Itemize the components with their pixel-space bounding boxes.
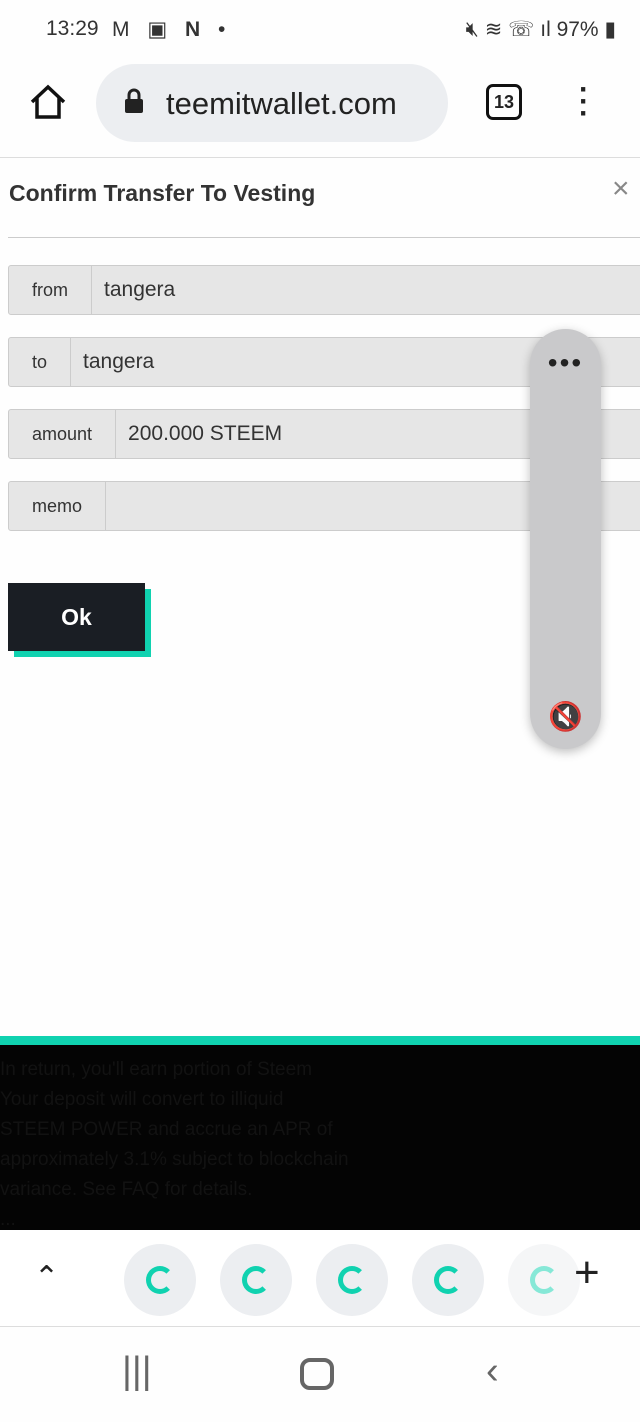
battery-level: 97% (556, 18, 599, 41)
back-icon[interactable]: ‹ (486, 1350, 499, 1393)
system-nav-bar: ||| ‹ (0, 1328, 640, 1422)
dialog-title: Confirm Transfer To Vesting (9, 180, 316, 206)
tab-steemit[interactable] (508, 1244, 580, 1316)
recents-icon[interactable]: ||| (122, 1350, 152, 1393)
steemit-icon (530, 1266, 558, 1294)
more-menu-icon[interactable]: · · · (572, 75, 596, 129)
tab-steemit[interactable] (316, 1244, 388, 1316)
system-icons: 🔇︎ ≋ ☏ ıl 97% ▮ (465, 18, 616, 41)
new-tab-icon[interactable]: + (574, 1248, 600, 1298)
more-icon[interactable]: ••• (530, 347, 601, 379)
footer-line: approximately 3.1% subject to blockchain (0, 1149, 349, 1170)
steemit-icon (434, 1266, 462, 1294)
home-icon[interactable] (28, 82, 68, 122)
address-bar[interactable]: teemitwallet.com (96, 64, 448, 142)
floating-panel[interactable]: ••• 🔇 (530, 329, 601, 749)
from-field: from tangera (8, 265, 640, 315)
url-text: teemitwallet.com (166, 86, 397, 121)
ok-button[interactable]: Ok (8, 583, 145, 651)
home-nav-icon[interactable] (300, 1358, 334, 1390)
tab-steemit[interactable] (124, 1244, 196, 1316)
memo-label: memo (8, 481, 107, 531)
footer-line: In return, you'll earn portion of Steem (0, 1059, 313, 1080)
from-label: from (8, 265, 92, 315)
divider (8, 237, 640, 238)
tab-steemit[interactable] (412, 1244, 484, 1316)
footer-line: variance. See FAQ for details. (0, 1179, 253, 1200)
close-icon[interactable]: × (612, 172, 630, 206)
clock: 13:29 (46, 17, 99, 40)
amount-label: amount (8, 409, 117, 459)
mute-icon[interactable]: 🔇 (530, 700, 601, 733)
footer-text-block: In return, you'll earn portion of Steem … (0, 1045, 640, 1230)
status-bar: 13:29 M ▣ N • 🔇︎ ≋ ☏ ıl 97% ▮ (0, 0, 640, 60)
chevron-up-icon[interactable]: ⌃ (34, 1260, 59, 1295)
accent-bar (0, 1036, 640, 1045)
footer-line: Your deposit will convert to illiquid (0, 1089, 284, 1110)
tab-bar: ⌃ + (0, 1230, 640, 1327)
to-label: to (8, 337, 72, 387)
notification-icons: M ▣ N • (112, 18, 232, 41)
footer-line: STEEM POWER and accrue an APR of (0, 1119, 333, 1140)
from-input[interactable]: tangera (92, 265, 640, 315)
browser-toolbar: teemitwallet.com 13 · · · (0, 60, 640, 158)
steemit-icon (242, 1266, 270, 1294)
tab-steemit[interactable] (220, 1244, 292, 1316)
steemit-icon (338, 1266, 366, 1294)
steemit-icon (146, 1266, 174, 1294)
lock-icon (125, 88, 143, 113)
tab-switcher-button[interactable]: 13 (486, 84, 522, 120)
